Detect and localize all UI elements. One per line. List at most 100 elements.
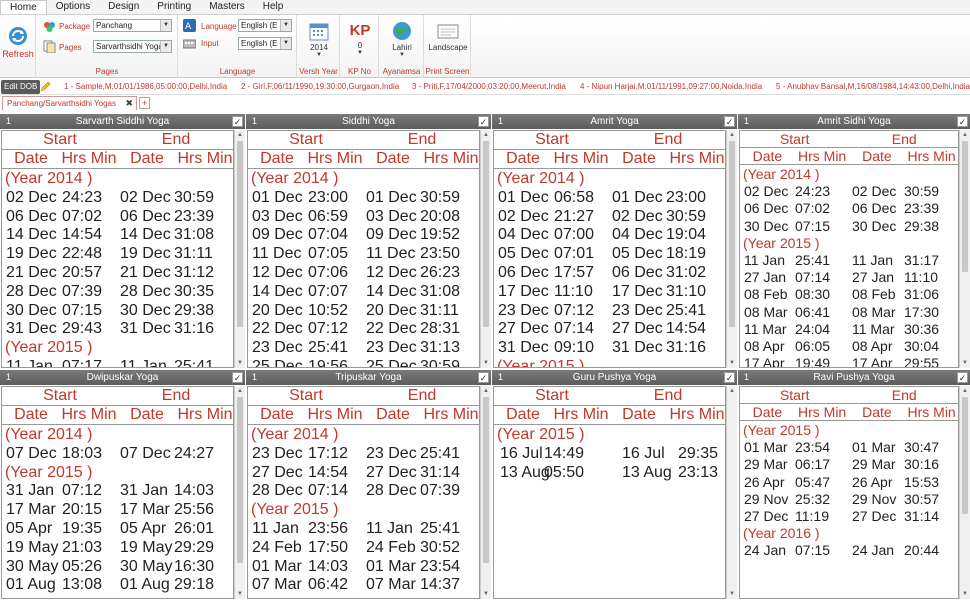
table-row[interactable]: 29 Mar 06:17 29 Mar 30:16 xyxy=(740,456,958,473)
scroll-up-icon[interactable]: ▲ xyxy=(960,130,970,140)
table-row[interactable]: 07 Dec 18:03 07 Dec 24:27 xyxy=(2,445,233,464)
table-row[interactable]: 21 Dec 20:57 21 Dec 31:12 xyxy=(2,264,233,283)
scroll-thumb[interactable] xyxy=(237,397,243,563)
table-row[interactable]: 26 Apr 05:47 26 Apr 15:53 xyxy=(740,474,958,491)
table-row[interactable]: 27 Jan 07:14 27 Jan 11:10 xyxy=(740,269,958,286)
scroll-thumb[interactable] xyxy=(483,141,489,327)
table-row[interactable]: 30 May 05:26 30 May 16:30 xyxy=(2,558,233,577)
menu-options[interactable]: Options xyxy=(47,0,99,14)
scroll-down-icon[interactable]: ▼ xyxy=(727,589,737,599)
table-row[interactable]: 30 Dec 07:15 30 Dec 29:38 xyxy=(2,302,233,321)
table-row[interactable]: 03 Dec 06:59 03 Dec 20:08 xyxy=(248,208,479,227)
table-row[interactable]: 12 Dec 07:06 12 Dec 26:23 xyxy=(248,264,479,283)
dob-item-2[interactable]: 2 - Girl,F,06/11/1990,19:30:00,Gurgaon,I… xyxy=(241,81,399,93)
dob-item-1[interactable]: 1 - Sample,M,01/01/1986,05:00:00,Delhi,I… xyxy=(64,81,227,93)
table-row[interactable]: 29 Nov 25:32 29 Nov 30:57 xyxy=(740,491,958,508)
vertical-scrollbar[interactable]: ▲ ▼ xyxy=(726,130,737,368)
check-icon[interactable]: ✓ xyxy=(478,116,489,127)
check-icon[interactable]: ✓ xyxy=(478,372,489,383)
scroll-up-icon[interactable]: ▲ xyxy=(235,130,245,140)
scroll-down-icon[interactable]: ▼ xyxy=(727,358,737,368)
landscape-button[interactable]: Landscape xyxy=(427,21,469,52)
table-row[interactable]: 08 Mar 06:41 08 Mar 17:30 xyxy=(740,304,958,321)
refresh-button[interactable]: Refresh xyxy=(2,25,34,59)
menu-home[interactable]: Home xyxy=(0,0,47,14)
tab-panchang-sarvarthsidhi[interactable]: Panchang/Sarvarthsidhi Yogas ✖ xyxy=(2,96,137,110)
scroll-up-icon[interactable]: ▲ xyxy=(235,386,245,396)
table-row[interactable]: 01 Mar 14:03 01 Mar 23:54 xyxy=(248,558,479,577)
table-row[interactable]: 08 Feb 08:30 08 Feb 31:06 xyxy=(740,286,958,303)
kp-button[interactable]: KP 0 ▼ xyxy=(343,21,377,56)
table-row[interactable]: 11 Jan 25:41 11 Jan 31:17 xyxy=(740,252,958,269)
pages-select[interactable]: Sarvarthsidhi Yogas ▼ xyxy=(93,40,172,53)
scroll-thumb[interactable] xyxy=(962,397,968,514)
table-row[interactable]: 27 Dec 14:54 27 Dec 31:14 xyxy=(248,464,479,483)
check-icon[interactable]: ✓ xyxy=(957,372,968,383)
table-row[interactable]: 01 Dec 23:00 01 Dec 30:59 xyxy=(248,189,479,208)
check-icon[interactable]: ✓ xyxy=(724,116,735,127)
table-row[interactable]: 19 May 21:03 19 May 29:29 xyxy=(2,539,233,558)
table-row[interactable]: 23 Dec 25:41 23 Dec 31:13 xyxy=(248,339,479,358)
table-row[interactable]: 02 Dec 21:27 02 Dec 30:59 xyxy=(494,208,725,227)
table-row[interactable]: 17 Apr 19:49 17 Apr 29:55 xyxy=(740,355,958,367)
table-row[interactable]: 01 Aug 13:08 01 Aug 29:18 xyxy=(2,576,233,595)
table-row[interactable]: 05 Dec 07:01 05 Dec 18:19 xyxy=(494,245,725,264)
table-row[interactable]: 01 Mar 23:54 01 Mar 30:47 xyxy=(740,439,958,456)
pencil-icon[interactable] xyxy=(39,81,51,93)
scroll-down-icon[interactable]: ▼ xyxy=(960,589,970,599)
table-row[interactable]: 02 Dec 24:23 02 Dec 30:59 xyxy=(740,183,958,200)
scroll-down-icon[interactable]: ▼ xyxy=(481,589,491,599)
table-row[interactable]: 06 Dec 07:02 06 Dec 23:39 xyxy=(740,200,958,217)
scroll-up-icon[interactable]: ▲ xyxy=(481,386,491,396)
menu-printing[interactable]: Printing xyxy=(148,0,200,14)
check-icon[interactable]: ✓ xyxy=(957,116,968,127)
table-row[interactable]: 22 Dec 07:12 22 Dec 28:31 xyxy=(248,320,479,339)
language-select[interactable]: English (E ▼ xyxy=(238,19,292,32)
table-row[interactable]: 02 Dec 24:23 02 Dec 30:59 xyxy=(2,189,233,208)
table-row[interactable]: 19 Dec 22:48 19 Dec 31:11 xyxy=(2,245,233,264)
scroll-down-icon[interactable]: ▼ xyxy=(960,358,970,368)
table-row[interactable]: 11 Jan 23:56 11 Jan 25:41 xyxy=(248,520,479,539)
table-row[interactable]: 24 Jan 07:15 24 Jan 20:44 xyxy=(740,542,958,559)
scroll-up-icon[interactable]: ▲ xyxy=(727,130,737,140)
dob-item-5[interactable]: 5 - Anubhav Bansal,M,16/08/1984,14:43:00… xyxy=(776,81,970,93)
scroll-thumb[interactable] xyxy=(237,141,243,327)
scroll-up-icon[interactable]: ▲ xyxy=(727,386,737,396)
package-select[interactable]: Panchang ▼ xyxy=(93,19,172,32)
table-row[interactable]: 08 Apr 06:05 08 Apr 30:04 xyxy=(740,338,958,355)
vertical-scrollbar[interactable]: ▲ ▼ xyxy=(234,386,245,599)
dob-item-3[interactable]: 3 - Priti,F,17/04/2000,03:20:00,Meerut,I… xyxy=(412,81,566,93)
vertical-scrollbar[interactable]: ▲ ▼ xyxy=(234,130,245,368)
table-row[interactable]: 27 Dec 07:14 27 Dec 14:54 xyxy=(494,320,725,339)
table-row[interactable]: 23 Dec 17:12 23 Dec 25:41 xyxy=(248,445,479,464)
table-row[interactable]: 17 Mar 20:15 17 Mar 25:56 xyxy=(2,501,233,520)
table-row[interactable]: 05 Apr 19:35 05 Apr 26:01 xyxy=(2,520,233,539)
vertical-scrollbar[interactable]: ▲ ▼ xyxy=(959,386,970,599)
table-row[interactable]: 31 Dec 29:43 31 Dec 31:16 xyxy=(2,320,233,339)
table-row[interactable]: 11 Dec 07:05 11 Dec 23:50 xyxy=(248,245,479,264)
table-row[interactable]: 20 Dec 10:52 20 Dec 31:11 xyxy=(248,302,479,321)
table-row[interactable]: 13 Aug 05:50 13 Aug 23:13 xyxy=(494,464,725,483)
year-button[interactable]: 2014 ▼ xyxy=(300,21,338,58)
table-row[interactable]: 04 Dec 07:00 04 Dec 19:04 xyxy=(494,226,725,245)
scroll-up-icon[interactable]: ▲ xyxy=(481,130,491,140)
menu-help[interactable]: Help xyxy=(254,0,293,14)
input-select[interactable]: English (E ▼ xyxy=(238,37,292,50)
vertical-scrollbar[interactable]: ▲ ▼ xyxy=(959,130,970,368)
table-row[interactable]: 25 Dec 19:56 25 Dec 30:59 xyxy=(248,358,479,367)
table-row[interactable]: 28 Dec 07:39 28 Dec 30:35 xyxy=(2,283,233,302)
table-row[interactable]: 31 Dec 09:10 31 Dec 31:16 xyxy=(494,339,725,358)
table-row[interactable]: 11 Jan 07:17 11 Jan 25:41 xyxy=(2,358,233,367)
vertical-scrollbar[interactable]: ▲ ▼ xyxy=(480,386,491,599)
table-row[interactable]: 17 Dec 11:10 17 Dec 31:10 xyxy=(494,283,725,302)
table-row[interactable]: 09 Dec 07:04 09 Dec 19:52 xyxy=(248,226,479,245)
table-row[interactable]: 31 Jan 07:12 31 Jan 14:03 xyxy=(2,482,233,501)
table-row[interactable]: 06 Dec 07:02 06 Dec 23:39 xyxy=(2,208,233,227)
vertical-scrollbar[interactable]: ▲ ▼ xyxy=(726,386,737,599)
table-row[interactable]: 24 Feb 17:50 24 Feb 30:52 xyxy=(248,539,479,558)
table-row[interactable]: 16 Jul 14:49 16 Jul 29:35 xyxy=(494,445,725,464)
table-row[interactable]: 14 Dec 14:54 14 Dec 31:08 xyxy=(2,226,233,245)
scroll-thumb[interactable] xyxy=(729,141,735,327)
table-row[interactable]: 01 Dec 06:58 01 Dec 23:00 xyxy=(494,189,725,208)
ayanamsa-button[interactable]: Lahiri ▼ xyxy=(382,21,422,58)
